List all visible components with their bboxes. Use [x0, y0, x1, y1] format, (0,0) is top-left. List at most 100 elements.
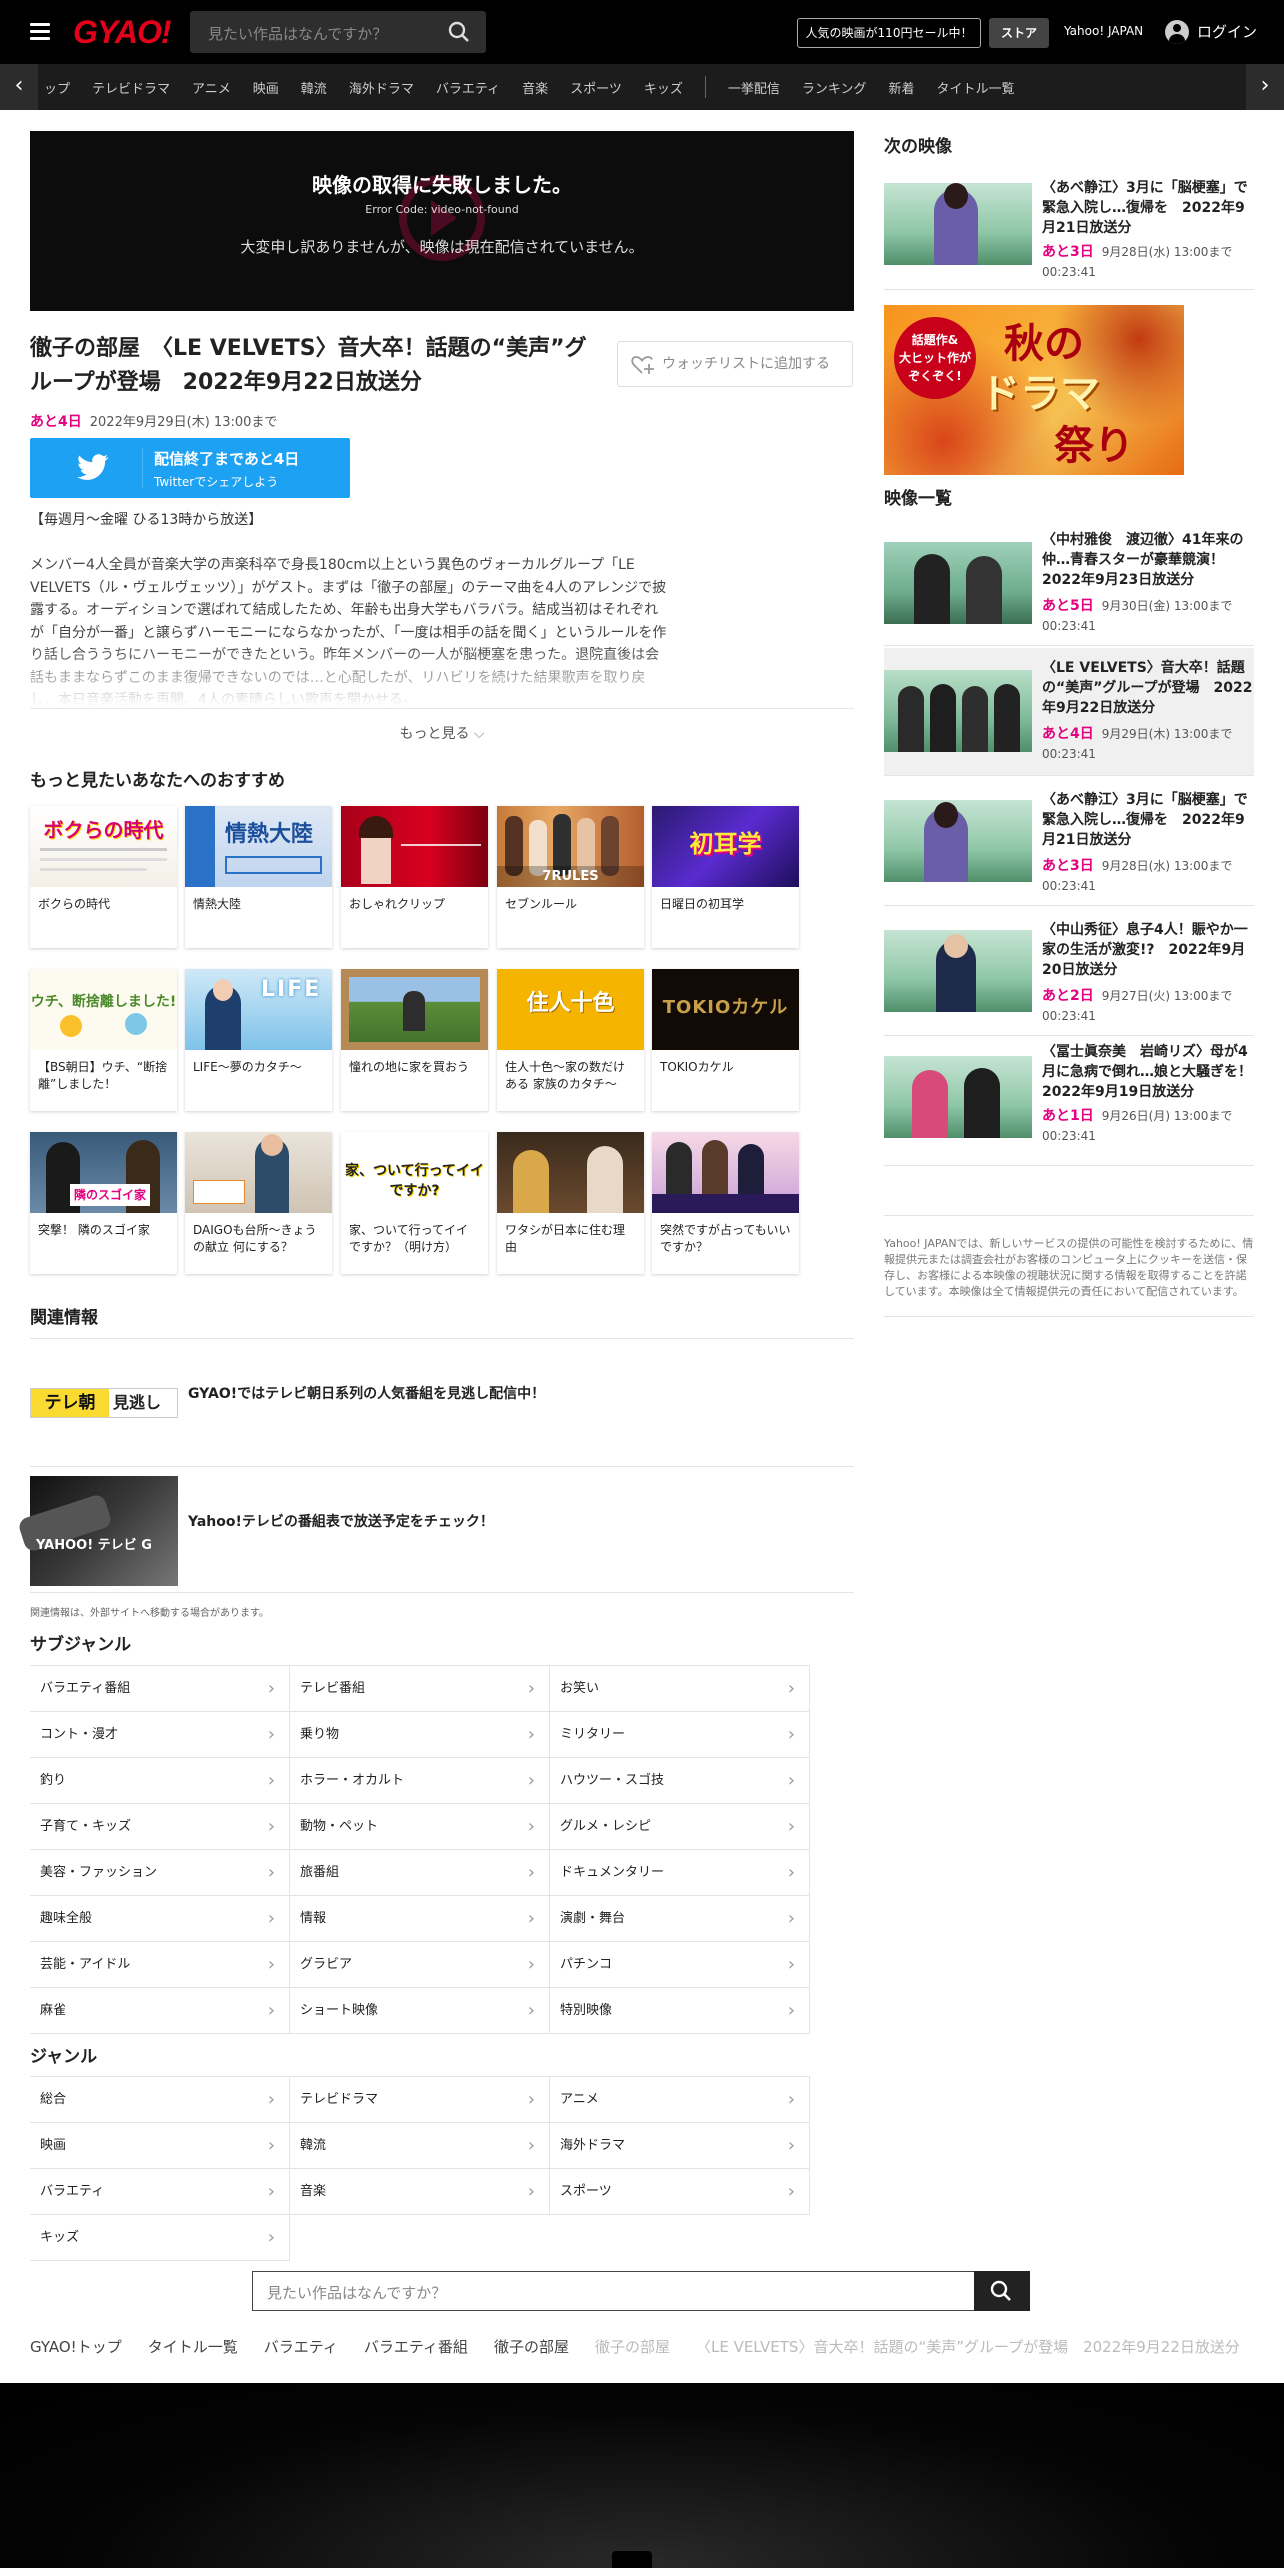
subgenre-item[interactable]: 動物・ペット	[290, 1804, 550, 1850]
subgenre-item[interactable]: ミリタリー	[550, 1712, 810, 1758]
recommend-card[interactable]: ワタシが日本に住む理由	[497, 1132, 644, 1274]
subgenre-item[interactable]: お笑い	[550, 1666, 810, 1712]
recommend-card[interactable]: 7RULES セブンルール	[497, 806, 644, 948]
login-button[interactable]: ログイン	[1165, 18, 1257, 46]
header-search-input[interactable]: 見たい作品はなんですか？	[190, 11, 486, 53]
subgenre-item[interactable]: 美容・ファッション	[30, 1850, 290, 1896]
nav-item-kids[interactable]: キッズ	[644, 78, 683, 97]
episode-list-item[interactable]: 〈冨士眞奈美 岩崎リズ〉母が4月に急病で倒れ…娘と大騒ぎを！ 2022年9月19…	[884, 1038, 1266, 1166]
genre-item[interactable]: 総合	[30, 2077, 290, 2123]
nav-item-variety[interactable]: バラエティ	[436, 78, 500, 97]
recommend-card[interactable]: ボクらの時代 ボクらの時代	[30, 806, 177, 948]
autumn-drama-festival-banner[interactable]: 話題作& 大ヒット作が ぞくぞく! 秋の ドラマ 祭り	[884, 305, 1184, 475]
recommend-card[interactable]: 初耳学 日曜日の初耳学	[652, 806, 799, 948]
nav-item-binge[interactable]: 一挙配信	[728, 78, 780, 97]
add-to-watchlist-button[interactable]: ウォッチリストに追加する	[617, 341, 853, 387]
recommend-card[interactable]: 憧れの地に家を買おう	[341, 969, 488, 1111]
subgenre-item[interactable]: ショート映像	[290, 1988, 550, 2034]
next-video-item[interactable]: 〈あべ静江〉3月に「脳梗塞」で緊急入院し…復帰を 2022年9月21日放送分 あ…	[884, 168, 1254, 290]
episode-list-item[interactable]: 〈あべ静江〉3月に「脳梗塞」で緊急入院し…復帰を 2022年9月21日放送分 あ…	[884, 778, 1254, 906]
subgenre-item[interactable]: グルメ・レシピ	[550, 1804, 810, 1850]
subgenre-item[interactable]: ハウツー・スゴ技	[550, 1758, 810, 1804]
subgenre-item[interactable]: パチンコ	[550, 1942, 810, 1988]
chevron-down-icon: ⌵	[473, 726, 485, 742]
nav-item-ranking[interactable]: ランキング	[802, 78, 867, 97]
nav-scroll-left-icon[interactable]: ‹	[0, 64, 38, 110]
subgenre-item[interactable]: 麻雀	[30, 1988, 290, 2034]
nav-item-movie[interactable]: 映画	[253, 78, 279, 97]
subgenre-item[interactable]: ドキュメンタリー	[550, 1850, 810, 1896]
sale-banner-link[interactable]: 人気の映画が110円セール中！	[797, 18, 981, 48]
genre-item[interactable]: 海外ドラマ	[550, 2123, 810, 2169]
recommend-card[interactable]: おしゃれクリップ	[341, 806, 488, 948]
nav-item-top[interactable]: ップ	[44, 78, 70, 97]
subgenre-item[interactable]: 芸能・アイドル	[30, 1942, 290, 1988]
subgenre-grid: バラエティ番組 テレビ番組 お笑い コント・漫才 乗り物 ミリタリー 釣り ホラ…	[30, 1665, 810, 2034]
yahoo-japan-link[interactable]: Yahoo! JAPAN	[1064, 24, 1143, 38]
episode-list-item[interactable]: 〈中山秀征〉息子4人！賑やか一家の生活が激変!? 2022年9月20日放送分 あ…	[884, 908, 1254, 1036]
episode-list-item[interactable]: 〈中村雅俊 渡辺徹〉41年来の仲…青春スターが豪華競演！ 2022年9月23日放…	[884, 518, 1254, 646]
related-item[interactable]: YAHOO! テレビ G Yahoo!テレビの番組表で放送予定をチェック！	[16, 1476, 854, 1586]
recommend-thumb	[341, 806, 488, 887]
nav-scroll-right-icon[interactable]: ›	[1246, 64, 1284, 110]
genre-item[interactable]: キッズ	[30, 2215, 290, 2261]
subgenre-item[interactable]: 演劇・舞台	[550, 1896, 810, 1942]
subgenre-item[interactable]: テレビ番組	[290, 1666, 550, 1712]
subgenre-item[interactable]: 情報	[290, 1896, 550, 1942]
breadcrumb-item[interactable]: 徹子の部屋	[494, 2336, 569, 2357]
genre-item[interactable]: アニメ	[550, 2077, 810, 2123]
twitter-share-button[interactable]: 配信終了まであと4日 Twitterでシェアしよう	[30, 438, 350, 498]
breadcrumb-item[interactable]: バラエティ	[264, 2336, 338, 2357]
subgenre-item[interactable]: 特別映像	[550, 1988, 810, 2034]
nav-item-drama[interactable]: テレビドラマ	[92, 78, 170, 97]
search-icon	[990, 2280, 1011, 2301]
recommend-card[interactable]: TOKIOカケル TOKIOカケル	[652, 969, 799, 1111]
show-more-button[interactable]: もっと見る ⌵	[30, 708, 854, 758]
footer-search-button[interactable]	[974, 2271, 1030, 2311]
nav-item-title-list[interactable]: タイトル一覧	[937, 78, 1015, 97]
recommend-title: 憧れの地に家を買おう	[349, 1060, 470, 1074]
subgenre-item[interactable]: 趣味全般	[30, 1896, 290, 1942]
breadcrumb-item[interactable]: バラエティ番組	[364, 2336, 468, 2357]
breadcrumb-item[interactable]: GYAO!トップ	[30, 2336, 122, 2357]
genre-item[interactable]: バラエティ	[30, 2169, 290, 2215]
video-player[interactable]: 映像の取得に失敗しました。 Error Code: video-not-foun…	[30, 131, 854, 311]
genre-item[interactable]: 映画	[30, 2123, 290, 2169]
recommend-card[interactable]: 突然ですが占ってもいいですか？	[652, 1132, 799, 1274]
genre-item[interactable]: 韓流	[290, 2123, 550, 2169]
episode-list-item-current[interactable]: 〈LE VELVETS〉音大卒！話題の“美声”グループが登場 2022年9月22…	[884, 648, 1254, 776]
recommend-card[interactable]: 住人十色 住人十色～家の数だけある 家族のカタチ～	[497, 969, 644, 1111]
subgenre-item[interactable]: 旅番組	[290, 1850, 550, 1896]
recommend-card[interactable]: DAIGOも台所～きょうの献立 何にする？	[185, 1132, 332, 1274]
recommend-card[interactable]: 家、ついて行ってイイですか? 家、ついて行ってイイですか？（明け方）	[341, 1132, 488, 1274]
nav-item-sports[interactable]: スポーツ	[570, 78, 622, 97]
menu-icon[interactable]	[30, 23, 50, 40]
breadcrumb-item[interactable]: タイトル一覧	[148, 2336, 238, 2357]
subgenre-item[interactable]: 乗り物	[290, 1712, 550, 1758]
recommend-card[interactable]: LIFE LIFE～夢のカタチ～	[185, 969, 332, 1111]
nav-item-new[interactable]: 新着	[888, 78, 914, 97]
subgenre-item[interactable]: コント・漫才	[30, 1712, 290, 1758]
search-icon[interactable]	[448, 21, 470, 43]
genre-item[interactable]: スポーツ	[550, 2169, 810, 2215]
gyao-logo[interactable]: GYAO!	[73, 14, 172, 51]
related-item[interactable]: テレ朝 見逃し GYAO!ではテレビ朝日系列の人気番組を見逃し配信中！	[30, 1338, 854, 1466]
recommend-title: TOKIOカケル	[660, 1060, 734, 1074]
subgenre-item[interactable]: グラビア	[290, 1942, 550, 1988]
genre-item[interactable]: 音楽	[290, 2169, 550, 2215]
nav-item-overseas-drama[interactable]: 海外ドラマ	[349, 78, 414, 97]
nav-item-korean[interactable]: 韓流	[301, 78, 327, 97]
episode-availability: あと2日 9月27日(火) 13:00まで	[1042, 986, 1232, 1006]
nav-item-anime[interactable]: アニメ	[192, 78, 231, 97]
genre-item[interactable]: テレビドラマ	[290, 2077, 550, 2123]
store-button[interactable]: ストア	[989, 18, 1049, 48]
subgenre-item[interactable]: バラエティ番組	[30, 1666, 290, 1712]
subgenre-item[interactable]: 子育て・キッズ	[30, 1804, 290, 1850]
recommend-card[interactable]: 情熱大陸 情熱大陸	[185, 806, 332, 948]
subgenre-item[interactable]: ホラー・オカルト	[290, 1758, 550, 1804]
nav-item-music[interactable]: 音楽	[522, 78, 548, 97]
recommend-card[interactable]: 隣のスゴイ家 突撃！ 隣のスゴイ家	[30, 1132, 177, 1274]
recommend-card[interactable]: ウチ、断捨離しました! 【BS朝日】ウチ、“断捨離”しました！	[30, 969, 177, 1111]
subgenre-item[interactable]: 釣り	[30, 1758, 290, 1804]
footer-search-input[interactable]: 見たい作品はなんですか？	[252, 2271, 1030, 2311]
